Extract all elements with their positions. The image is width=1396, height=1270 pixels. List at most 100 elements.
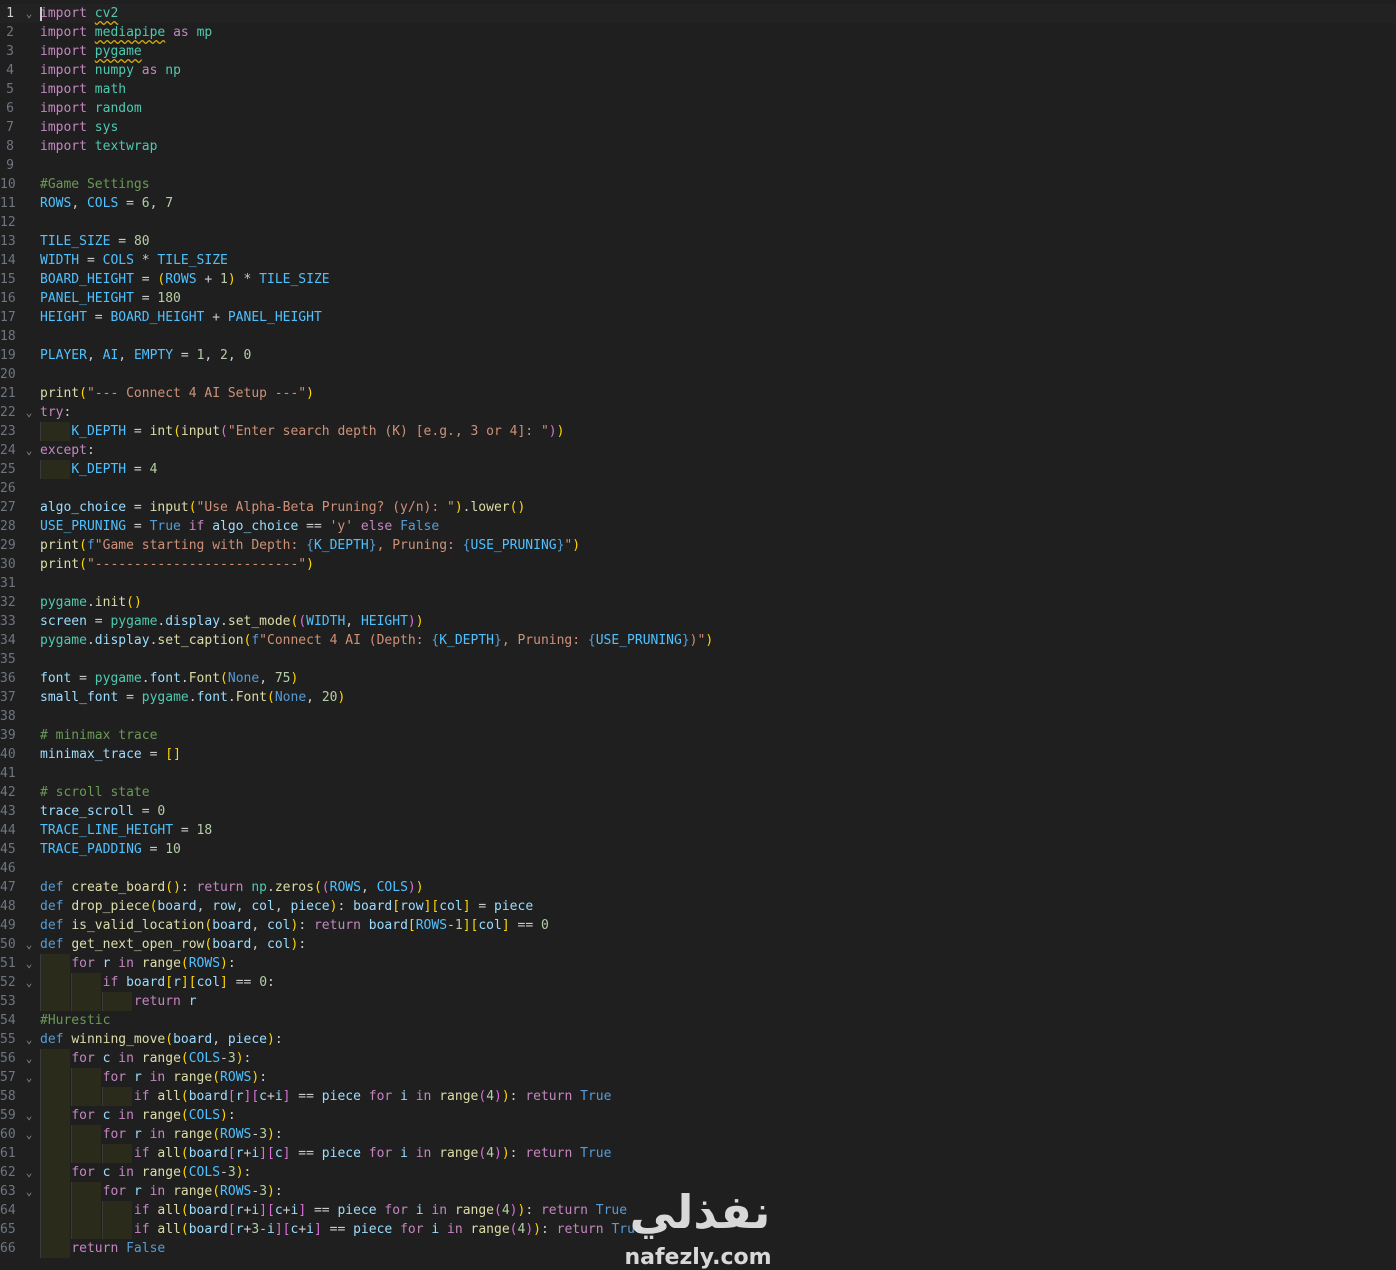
code-line[interactable]: 3 import pygame [0, 42, 1396, 61]
code-line[interactable]: 29 print(f"Game starting with Depth: {K_D… [0, 536, 1396, 555]
code-text[interactable]: algo_choice = input("Use Alpha-Beta Prun… [40, 498, 525, 517]
code-text[interactable]: import textwrap [40, 137, 157, 156]
code-text[interactable]: for r in range(ROWS-3): [40, 1182, 283, 1201]
code-line[interactable]: 39 # minimax trace [0, 726, 1396, 745]
code-line[interactable]: 46 [0, 859, 1396, 878]
fold-chevron-icon[interactable]: ⌄ [23, 1030, 35, 1049]
code-line[interactable]: 48 def drop_piece(board, row, col, piece)… [0, 897, 1396, 916]
code-text[interactable]: def drop_piece(board, row, col, piece): … [40, 897, 533, 916]
code-line[interactable]: 43 trace_scroll = 0 [0, 802, 1396, 821]
code-line[interactable]: 53 return r [0, 992, 1396, 1011]
fold-chevron-icon[interactable]: ⌄ [23, 973, 35, 992]
code-line[interactable]: 41 [0, 764, 1396, 783]
code-text[interactable]: if all(board[r+i][c] == piece for i in r… [40, 1144, 612, 1163]
code-text[interactable]: K_DEPTH = int(input("Enter search depth … [40, 422, 564, 441]
code-text[interactable]: def winning_move(board, piece): [40, 1030, 283, 1049]
code-text[interactable]: #Game Settings [40, 175, 150, 194]
code-line[interactable]: 12 [0, 213, 1396, 232]
fold-chevron-icon[interactable]: ⌄ [23, 1049, 35, 1068]
code-line[interactable]: 17 HEIGHT = BOARD_HEIGHT + PANEL_HEIGHT [0, 308, 1396, 327]
code-text[interactable]: pygame.display.set_caption(f"Connect 4 A… [40, 631, 713, 650]
code-text[interactable]: if all(board[r+i][c+i] == piece for i in… [40, 1201, 627, 1220]
code-line[interactable]: 42 # scroll state [0, 783, 1396, 802]
fold-chevron-icon[interactable]: ⌄ [23, 954, 35, 973]
code-text[interactable]: TILE_SIZE = 80 [40, 232, 150, 251]
code-line[interactable]: 7 import sys [0, 118, 1396, 137]
code-text[interactable]: import numpy as np [40, 61, 181, 80]
code-text[interactable]: USE_PRUNING = True if algo_choice == 'y'… [40, 517, 439, 536]
code-text[interactable]: def is_valid_location(board, col): retur… [40, 916, 549, 935]
code-line[interactable]: 10 #Game Settings [0, 175, 1396, 194]
fold-chevron-icon[interactable]: ⌄ [23, 1068, 35, 1087]
code-text[interactable]: # minimax trace [40, 726, 157, 745]
code-line[interactable]: 30 print("--------------------------") [0, 555, 1396, 574]
code-text[interactable]: for c in range(COLS-3): [40, 1049, 251, 1068]
fold-chevron-icon[interactable]: ⌄ [23, 935, 35, 954]
code-line[interactable]: 58 if all(board[r][c+i] == piece for i i… [0, 1087, 1396, 1106]
code-text[interactable]: PLAYER, AI, EMPTY = 1, 2, 0 [40, 346, 251, 365]
code-line[interactable]: 50 ⌄ def get_next_open_row(board, col): [0, 935, 1396, 954]
code-text[interactable]: if board[r][col] == 0: [40, 973, 275, 992]
code-text[interactable]: ROWS, COLS = 6, 7 [40, 194, 173, 213]
code-text[interactable]: return False [40, 1239, 165, 1258]
code-text[interactable]: K_DEPTH = 4 [40, 460, 157, 479]
code-line[interactable]: 47 def create_board(): return np.zeros((R… [0, 878, 1396, 897]
code-text[interactable]: try: [40, 403, 71, 422]
code-line[interactable]: 52 ⌄ if board[r][col] == 0: [0, 973, 1396, 992]
code-line[interactable]: 9 [0, 156, 1396, 175]
code-line[interactable]: 35 [0, 650, 1396, 669]
code-line[interactable]: 24 ⌄ except: [0, 441, 1396, 460]
code-line[interactable]: 55 ⌄ def winning_move(board, piece): [0, 1030, 1396, 1049]
code-line[interactable]: 51 ⌄ for r in range(ROWS): [0, 954, 1396, 973]
fold-chevron-icon[interactable]: ⌄ [23, 1163, 35, 1182]
code-text[interactable]: print(f"Game starting with Depth: {K_DEP… [40, 536, 580, 555]
code-text[interactable]: except: [40, 441, 95, 460]
code-text[interactable]: TRACE_LINE_HEIGHT = 18 [40, 821, 212, 840]
code-text[interactable]: import mediapipe as mp [40, 23, 212, 42]
code-line[interactable]: 21 print("--- Connect 4 AI Setup ---") [0, 384, 1396, 403]
code-text[interactable]: BOARD_HEIGHT = (ROWS + 1) * TILE_SIZE [40, 270, 330, 289]
code-line[interactable]: 5 import math [0, 80, 1396, 99]
fold-chevron-icon[interactable]: ⌄ [23, 1106, 35, 1125]
code-text[interactable]: import cv2 [40, 4, 118, 23]
code-text[interactable]: import pygame [40, 42, 142, 61]
fold-chevron-icon[interactable]: ⌄ [23, 441, 35, 460]
code-line[interactable]: 37 small_font = pygame.font.Font(None, 20… [0, 688, 1396, 707]
code-text[interactable]: #Hurestic [40, 1011, 110, 1030]
code-text[interactable]: pygame.init() [40, 593, 142, 612]
code-line[interactable]: 1 ⌄ import cv2 [0, 4, 1396, 23]
code-text[interactable]: WIDTH = COLS * TILE_SIZE [40, 251, 228, 270]
code-line[interactable]: 11 ROWS, COLS = 6, 7 [0, 194, 1396, 213]
code-line[interactable]: 18 [0, 327, 1396, 346]
code-line[interactable]: 13 TILE_SIZE = 80 [0, 232, 1396, 251]
code-line[interactable]: 44 TRACE_LINE_HEIGHT = 18 [0, 821, 1396, 840]
code-line[interactable]: 20 [0, 365, 1396, 384]
code-text[interactable]: minimax_trace = [] [40, 745, 181, 764]
code-line[interactable]: 28 USE_PRUNING = True if algo_choice == '… [0, 517, 1396, 536]
code-text[interactable]: font = pygame.font.Font(None, 75) [40, 669, 298, 688]
fold-chevron-icon[interactable]: ⌄ [23, 4, 35, 23]
code-line[interactable]: 26 [0, 479, 1396, 498]
fold-chevron-icon[interactable]: ⌄ [23, 1182, 35, 1201]
code-line[interactable]: 49 def is_valid_location(board, col): ret… [0, 916, 1396, 935]
code-line[interactable]: 36 font = pygame.font.Font(None, 75) [0, 669, 1396, 688]
code-line[interactable]: 16 PANEL_HEIGHT = 180 [0, 289, 1396, 308]
code-line[interactable]: 6 import random [0, 99, 1396, 118]
code-line[interactable]: 8 import textwrap [0, 137, 1396, 156]
code-line[interactable]: 31 [0, 574, 1396, 593]
code-text[interactable]: if all(board[r][c+i] == piece for i in r… [40, 1087, 612, 1106]
code-text[interactable]: HEIGHT = BOARD_HEIGHT + PANEL_HEIGHT [40, 308, 322, 327]
code-line[interactable]: 60 ⌄ for r in range(ROWS-3): [0, 1125, 1396, 1144]
code-line[interactable]: 2 import mediapipe as mp [0, 23, 1396, 42]
code-text[interactable]: screen = pygame.display.set_mode((WIDTH,… [40, 612, 424, 631]
code-line[interactable]: 4 import numpy as np [0, 61, 1396, 80]
code-text[interactable]: PANEL_HEIGHT = 180 [40, 289, 181, 308]
code-text[interactable]: for c in range(COLS-3): [40, 1163, 251, 1182]
code-line[interactable]: 34 pygame.display.set_caption(f"Connect 4… [0, 631, 1396, 650]
code-text[interactable]: print("--- Connect 4 AI Setup ---") [40, 384, 314, 403]
code-line[interactable]: 54 #Hurestic [0, 1011, 1396, 1030]
code-text[interactable]: TRACE_PADDING = 10 [40, 840, 181, 859]
code-text[interactable]: if all(board[r+3-i][c+i] == piece for i … [40, 1220, 643, 1239]
code-line[interactable]: 45 TRACE_PADDING = 10 [0, 840, 1396, 859]
fold-chevron-icon[interactable]: ⌄ [23, 403, 35, 422]
